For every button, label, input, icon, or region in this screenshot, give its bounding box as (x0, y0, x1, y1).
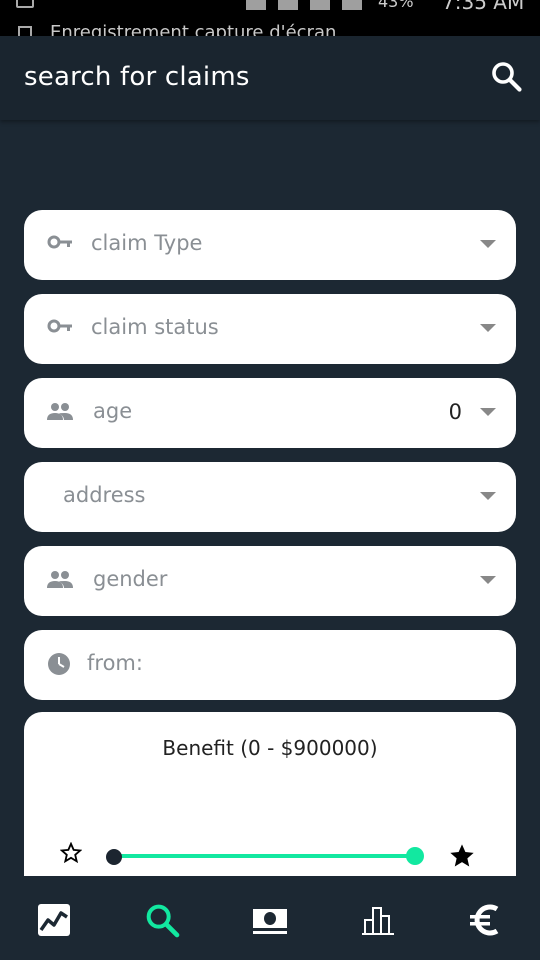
status-icons (246, 0, 362, 12)
age-placeholder: age (93, 399, 133, 423)
search-icon (492, 62, 522, 92)
chevron-down-icon (480, 408, 496, 416)
search-icon (146, 904, 180, 938)
chart-line-icon (38, 904, 70, 936)
notification-checkbox-icon (18, 26, 32, 36)
key-icon (47, 319, 72, 333)
star-outline-icon (60, 842, 82, 864)
mute-icon (246, 0, 266, 10)
nav-dashboard[interactable] (34, 900, 74, 940)
money-icon (253, 909, 287, 934)
notification-text: Enregistrement capture d'écran (50, 22, 337, 36)
nav-search[interactable] (142, 900, 182, 940)
chevron-down-icon (480, 576, 496, 584)
notification: Enregistrement capture d'écran (18, 22, 336, 36)
people-icon (47, 403, 73, 420)
address-select[interactable]: address (24, 462, 516, 532)
from-placeholder: from: (87, 651, 143, 675)
euro-icon (470, 904, 499, 936)
screenshot-notification-icon (16, 0, 34, 8)
search-button[interactable] (488, 58, 524, 94)
gender-placeholder: gender (93, 567, 168, 591)
sim-icon (310, 0, 330, 10)
bottom-navigation (0, 876, 540, 960)
clock: 7:35 AM (442, 0, 525, 14)
benefit-title: Benefit (0 - $900000) (162, 736, 378, 760)
key-icon (47, 235, 72, 249)
slider-track (114, 854, 414, 858)
gender-select[interactable]: gender (24, 546, 516, 616)
nav-currency[interactable] (466, 900, 506, 940)
slider-min-handle[interactable] (106, 849, 122, 865)
chevron-down-icon (480, 240, 496, 248)
chevron-down-icon (480, 324, 496, 332)
star-filled-icon (450, 844, 474, 867)
battery-level: 43% (378, 0, 414, 11)
nav-payments[interactable] (250, 900, 290, 940)
page-title: search for claims (24, 62, 250, 92)
claim-status-select[interactable]: claim status (24, 294, 516, 364)
address-placeholder: address (63, 483, 146, 507)
nav-statistics[interactable] (358, 900, 398, 940)
benefit-range-slider[interactable] (104, 846, 424, 866)
claim-type-select[interactable]: claim Type (24, 210, 516, 280)
chevron-down-icon (480, 492, 496, 500)
age-value: 0 (448, 400, 462, 424)
claim-type-placeholder: claim Type (91, 231, 203, 255)
age-select[interactable]: age 0 (24, 378, 516, 448)
bar-chart-icon (362, 907, 394, 935)
app-bar: search for claims (0, 36, 540, 120)
signal-icon (342, 0, 362, 10)
wifi-icon (278, 0, 298, 10)
claim-status-placeholder: claim status (91, 315, 219, 339)
from-date-field[interactable]: from: (24, 630, 516, 700)
clock-icon (48, 653, 70, 675)
status-bar: 43% 7:35 AM Enregistrement capture d'écr… (0, 0, 540, 36)
slider-max-handle[interactable] (406, 847, 424, 865)
people-icon (47, 571, 73, 588)
